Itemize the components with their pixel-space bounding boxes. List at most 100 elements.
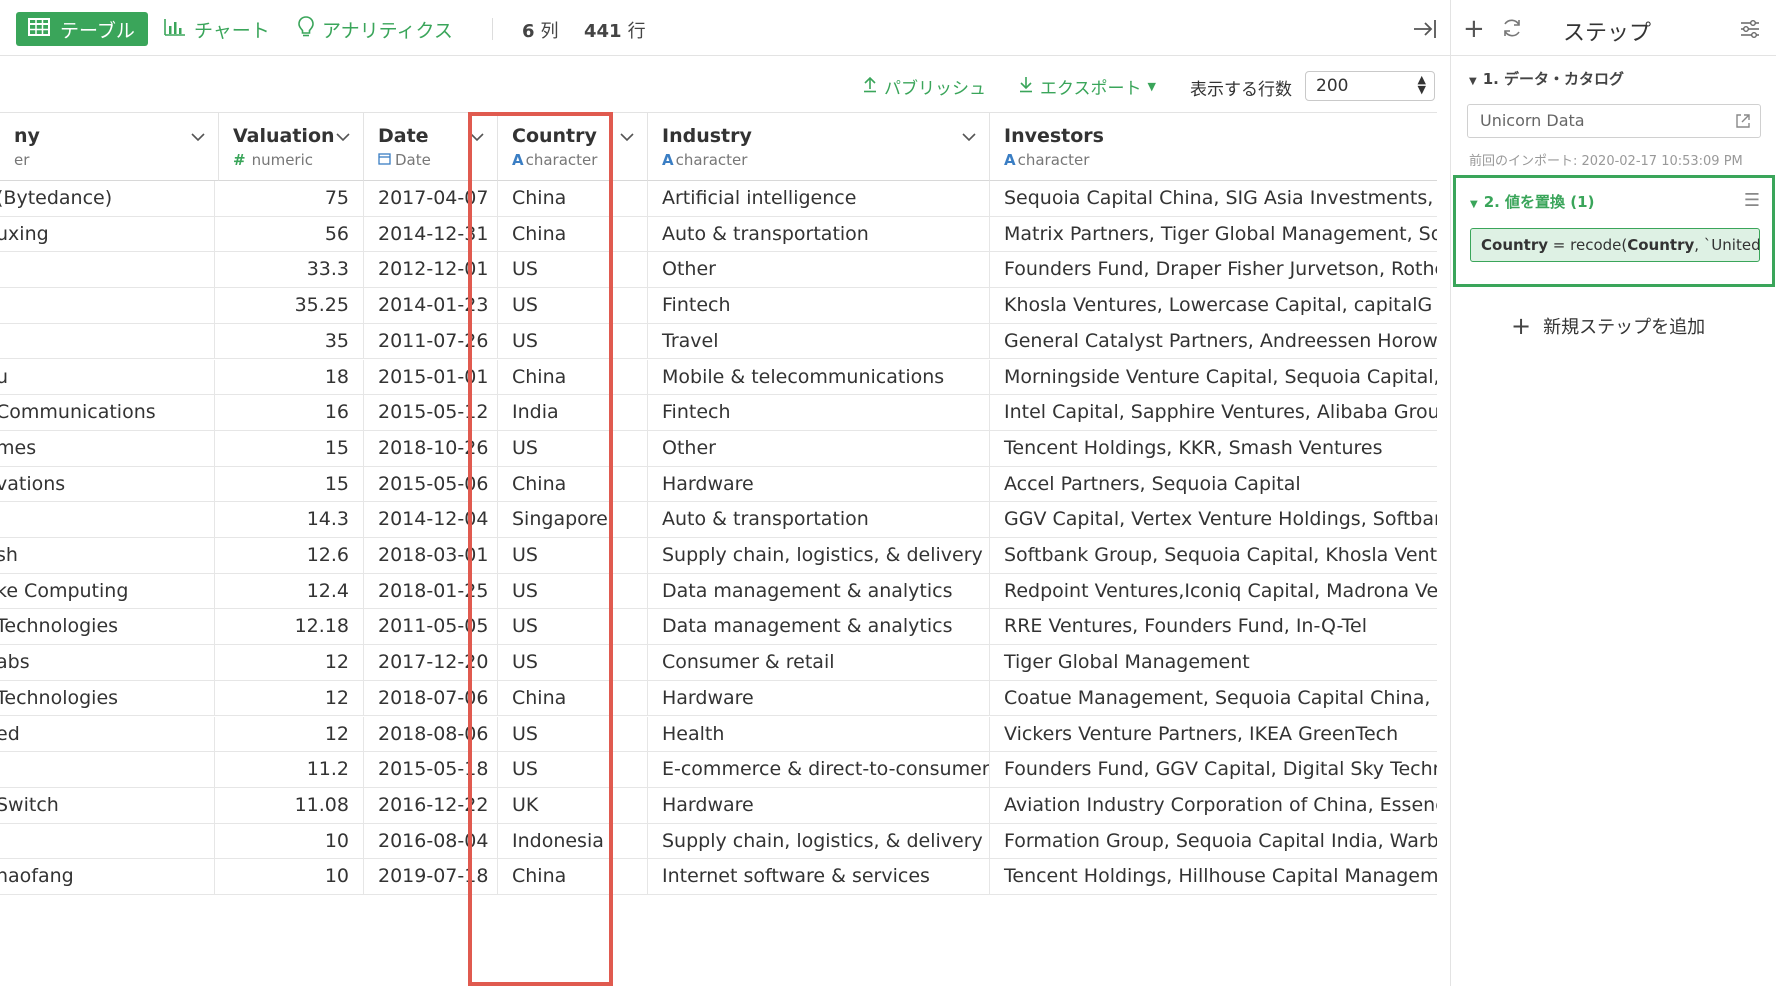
collapse-panel-icon[interactable] — [1412, 16, 1438, 42]
cell-valuation[interactable]: 56 — [219, 216, 364, 253]
cell-date[interactable]: 2018-07-06 — [364, 680, 498, 717]
column-header-country[interactable]: Country Acharacter — [498, 113, 648, 181]
tab-table[interactable]: テーブル — [16, 12, 148, 46]
cell-industry[interactable]: Auto & transportation — [648, 216, 990, 253]
data-source-box[interactable]: Unicorn Data — [1467, 104, 1761, 138]
cell-investors[interactable]: General Catalyst Partners, Andreessen Ho… — [990, 324, 1437, 360]
cell-industry[interactable]: Hardware — [648, 466, 990, 503]
cell-investors[interactable]: Founders Fund, GGV Capital, Digital Sky … — [990, 752, 1437, 788]
cell-valuation[interactable]: 14.3 — [219, 502, 364, 538]
cell-country[interactable]: China — [498, 216, 648, 253]
cell-company[interactable] — [0, 323, 215, 360]
table-row[interactable]: (Bytedance) 75 2017-04-07 China Artificial i… — [0, 181, 1437, 217]
cell-industry[interactable]: Hardware — [648, 680, 990, 717]
cell-date[interactable]: 2018-08-06 — [364, 716, 498, 753]
rows-to-show-select[interactable]: 200 ▲ ▼ — [1305, 71, 1435, 101]
cell-investors[interactable]: Tiger Global Management — [990, 645, 1437, 681]
table-row[interactable]: 35.25 2014-01-23 US Fintech Khosla Ventures,… — [0, 288, 1437, 324]
cell-industry[interactable]: Health — [648, 716, 990, 753]
table-row[interactable]: 11.2 2015-05-18 US E-commerce & direct-to-c… — [0, 752, 1437, 788]
cell-valuation[interactable]: 11.2 — [219, 752, 364, 788]
cell-date[interactable]: 2014-12-04 — [364, 502, 498, 538]
cell-country[interactable]: Indonesia — [498, 823, 648, 860]
cell-industry[interactable]: Hardware — [648, 787, 990, 824]
cell-company[interactable] — [0, 752, 215, 788]
cell-date[interactable]: 2019-07-18 — [364, 859, 498, 895]
cell-investors[interactable]: Softbank Group, Sequoia Capital, Khosla … — [990, 538, 1437, 574]
table-row[interactable]: abs122017-12-20USConsumer & retailTiger … — [0, 645, 1437, 681]
cell-country[interactable]: India — [498, 395, 648, 431]
chevron-down-icon[interactable] — [961, 129, 977, 145]
cell-date[interactable]: 2011-07-26 — [364, 323, 498, 360]
cell-country[interactable]: US — [498, 252, 648, 289]
cell-valuation[interactable]: 15 — [219, 466, 364, 503]
table-row[interactable]: ke Computing 12.4 2018-01-25 US Data managem… — [0, 573, 1437, 610]
hamburger-menu-icon[interactable]: ☰ — [1744, 190, 1760, 211]
cell-country[interactable]: China — [498, 359, 648, 396]
table-row[interactable]: Technologies 12 2018-07-06 China Hardware Coa… — [0, 680, 1437, 717]
cell-investors[interactable]: Khosla Ventures, Lowercase Capital, capi… — [990, 288, 1437, 324]
cell-valuation[interactable]: 33.3 — [219, 252, 364, 289]
add-icon[interactable]: + — [1463, 14, 1485, 44]
cell-company[interactable] — [0, 288, 215, 324]
export-button[interactable]: エクスポート ▼ — [1018, 74, 1156, 99]
cell-industry[interactable]: Data management & analytics — [648, 609, 990, 646]
cell-industry[interactable]: Travel — [648, 323, 990, 360]
cell-industry[interactable]: Other — [648, 252, 990, 289]
cell-country[interactable]: US — [498, 323, 648, 360]
cell-industry[interactable]: Artificial intelligence — [648, 181, 990, 217]
cell-company[interactable]: vations — [0, 466, 215, 503]
tab-chart[interactable]: チャート — [164, 14, 270, 44]
cell-industry[interactable]: Mobile & telecommunications — [648, 359, 990, 396]
cell-company[interactable]: haofang — [0, 859, 215, 895]
cell-country[interactable]: US — [498, 288, 648, 324]
external-link-icon[interactable] — [1734, 112, 1752, 130]
cell-company[interactable]: sh — [0, 538, 215, 574]
table-row[interactable]: vations 15 2015-05-06 China Hardware Accel Pa… — [0, 466, 1437, 503]
cell-valuation[interactable]: 12.18 — [219, 609, 364, 646]
step-2-header[interactable]: ▼ 2. 値を置換 (1) — [1470, 191, 1594, 212]
cell-investors[interactable]: Tencent Holdings, KKR, Smash Ventures — [990, 431, 1437, 467]
cell-industry[interactable]: Supply chain, logistics, & delivery — [648, 823, 990, 860]
cell-date[interactable]: 2018-01-25 — [364, 573, 498, 610]
cell-investors[interactable]: Aviation Industry Corporation of China, … — [990, 788, 1437, 824]
tab-analytics[interactable]: アナリティクス — [298, 14, 453, 44]
cell-company[interactable]: (Bytedance) — [0, 181, 215, 217]
cell-industry[interactable]: Consumer & retail — [648, 645, 990, 681]
table-row[interactable]: 33.3 2012-12-01 US Other Founders Fund, Drap… — [0, 252, 1437, 289]
cell-company[interactable] — [0, 252, 215, 289]
cell-valuation[interactable]: 12 — [219, 716, 364, 753]
cell-company[interactable]: mes — [0, 430, 215, 467]
cell-investors[interactable]: Accel Partners, Sequoia Capital — [990, 467, 1437, 503]
cell-company[interactable]: Switch — [0, 787, 215, 824]
cell-country[interactable]: US — [498, 609, 648, 646]
cell-date[interactable]: 2011-05-05 — [364, 609, 498, 646]
cell-company[interactable]: ke Computing — [0, 573, 215, 610]
cell-date[interactable]: 2014-12-31 — [364, 216, 498, 253]
cell-company[interactable] — [0, 823, 215, 860]
cell-country[interactable]: China — [498, 466, 648, 503]
cell-valuation[interactable]: 12 — [219, 645, 364, 681]
cell-investors[interactable]: Sequoia Capital China, SIG Asia Investme… — [990, 181, 1437, 217]
cell-country[interactable]: US — [498, 538, 648, 574]
cell-investors[interactable]: Coatue Management, Sequoia Capital China… — [990, 681, 1437, 717]
cell-investors[interactable]: Tencent Holdings, Hillhouse Capital Mana… — [990, 859, 1437, 895]
cell-valuation[interactable]: 12.6 — [219, 538, 364, 574]
cell-country[interactable]: US — [498, 645, 648, 681]
cell-country[interactable]: UK — [498, 787, 648, 824]
cell-country[interactable]: Singapore — [498, 502, 648, 538]
cell-investors[interactable]: Morningside Venture Capital, Sequoia Cap… — [990, 360, 1437, 396]
cell-date[interactable]: 2017-12-20 — [364, 645, 498, 681]
cell-industry[interactable]: Data management & analytics — [648, 573, 990, 610]
cell-valuation[interactable]: 75 — [219, 181, 364, 217]
table-row[interactable]: Communications 16 2015-05-12 India Fintech In… — [0, 395, 1437, 431]
cell-date[interactable]: 2015-05-12 — [364, 395, 498, 431]
cell-valuation[interactable]: 18 — [219, 359, 364, 396]
cell-company[interactable] — [0, 502, 215, 538]
cell-company[interactable]: abs — [0, 645, 215, 681]
cell-investors[interactable]: Redpoint Ventures,Iconiq Capital, Madron… — [990, 574, 1437, 610]
cell-valuation[interactable]: 11.08 — [219, 787, 364, 824]
cell-valuation[interactable]: 35 — [219, 323, 364, 360]
cell-industry[interactable]: E-commerce & direct-to-consumer — [648, 752, 990, 788]
step-2-formula[interactable]: Country = recode(Country, `United… — [1470, 228, 1760, 262]
